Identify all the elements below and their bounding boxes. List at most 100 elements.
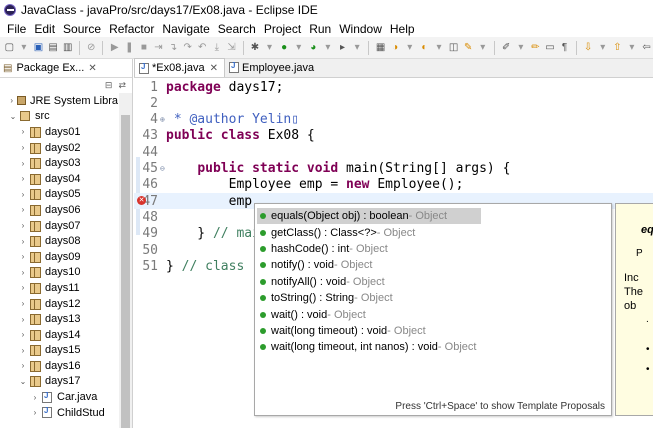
chevron-right-icon[interactable]: › [18,221,28,230]
terminate-icon[interactable]: ■ [138,41,151,55]
menu-window[interactable]: Window [335,22,386,36]
chevron-down-icon[interactable]: ⌄ [18,377,28,386]
menu-edit[interactable]: Edit [30,22,59,36]
proposal-item[interactable]: wait(long timeout, int nanos) : void - O… [257,339,481,355]
chevron-right-icon[interactable]: › [18,361,28,370]
chevron-right-icon[interactable]: › [18,346,28,355]
chevron-right-icon[interactable]: › [18,174,28,183]
next-annotation-icon[interactable]: ⇩ [582,41,595,55]
use-step-filters-icon[interactable]: ⇲ [225,41,238,55]
coverage-dropdown-icon[interactable]: ▾ [322,41,335,55]
toggle-mark-occurrences-icon[interactable]: ✐ [500,41,513,55]
code-line[interactable]: 45 ⊖ public static void main(String[] arg… [134,161,653,177]
debug-dropdown-icon[interactable]: ▾ [263,41,276,55]
code-line[interactable]: 4 ⊕ * @author Yelin▯ [134,112,653,128]
chevron-right-icon[interactable]: › [18,268,28,277]
external-tools-icon[interactable]: ▸ [336,41,349,55]
tree-item[interactable]: › days13 [0,311,118,327]
proposal-item[interactable]: wait() : void - Object [257,306,481,322]
open-type-icon[interactable]: ◫ [447,41,460,55]
chevron-right-icon[interactable]: › [18,143,28,152]
menu-project[interactable]: Project [260,22,305,36]
tree-item[interactable]: › days03 [0,155,118,171]
tree-item[interactable]: › days02 [0,140,118,156]
search-icon[interactable]: ✎ [462,41,475,55]
new-java-project-icon[interactable]: ▦ [374,41,387,55]
next-annotation-dropdown-icon[interactable]: ▾ [596,41,609,55]
tree-item[interactable]: › days11 [0,280,118,296]
collapse-all-icon[interactable]: ⊟ [105,80,113,91]
proposal-item[interactable]: wait(long timeout) : void - Object [257,323,481,339]
external-tools-dropdown-icon[interactable]: ▾ [351,41,364,55]
new-icon[interactable]: ▢ [3,41,16,55]
tree-item[interactable]: › JRE System Libra [0,93,118,109]
tree-item[interactable]: › days10 [0,265,118,281]
step-over-icon[interactable]: ↷ [181,41,194,55]
chevron-right-icon[interactable]: › [18,299,28,308]
proposal-item[interactable]: getClass() : Class<?> - Object [257,224,481,240]
code-line[interactable]: 1 package days17; [134,79,653,95]
chevron-right-icon[interactable]: › [18,159,28,168]
show-whitespace-icon[interactable]: ¶ [558,41,571,55]
tree-item[interactable]: › ChildStud [0,405,118,421]
chevron-right-icon[interactable]: › [18,252,28,261]
chevron-right-icon[interactable]: › [18,315,28,324]
tree-item[interactable]: › days16 [0,358,118,374]
proposal-item[interactable]: equals(Object obj) : boolean - Object [257,208,481,225]
toggle-mark-dropdown-icon[interactable]: ▾ [515,41,528,55]
tree-item[interactable]: ⌄ src [0,109,118,125]
run-icon[interactable]: ● [278,41,291,55]
chevron-right-icon[interactable]: › [30,408,40,417]
tree-item[interactable]: › days14 [0,327,118,343]
code-line[interactable]: 43 public class Ex08 { [134,128,653,144]
tree-item[interactable]: › days07 [0,218,118,234]
toggle-word-wrap-icon[interactable]: ✏ [529,41,542,55]
search-dropdown-icon[interactable]: ▾ [476,41,489,55]
tree-scrollbar-thumb[interactable] [121,115,130,428]
tree-item[interactable]: › days08 [0,233,118,249]
proposal-item[interactable]: toString() : String - Object [257,290,481,306]
run-dropdown-icon[interactable]: ▾ [292,41,305,55]
print-icon[interactable]: ▥ [61,41,74,55]
drop-to-frame-icon[interactable]: ⤓ [211,41,224,55]
chevron-right-icon[interactable]: › [18,330,28,339]
chevron-right-icon[interactable]: › [8,96,15,105]
tree-item[interactable]: › days06 [0,202,118,218]
tree-item[interactable]: › days01 [0,124,118,140]
proposal-item[interactable]: notifyAll() : void - Object [257,274,481,290]
tree-item[interactable]: ⌄ days17 [0,374,118,390]
step-into-icon[interactable]: ↴ [167,41,180,55]
suspend-icon[interactable]: ❚ [123,41,136,55]
tree-item[interactable]: › days12 [0,296,118,312]
step-return-icon[interactable]: ↶ [196,41,209,55]
tree-item[interactable]: › Car.java [0,389,118,405]
chevron-right-icon[interactable]: › [30,393,40,402]
tab-ex08[interactable]: *Ex08.java ✕ [134,58,225,77]
new-package-dropdown-icon[interactable]: ▾ [403,41,416,55]
close-icon[interactable]: ✕ [88,63,96,74]
resume-icon[interactable]: ▶ [108,41,121,55]
menu-run[interactable]: Run [305,22,335,36]
tree-item[interactable]: › days09 [0,249,118,265]
previous-annotation-dropdown-icon[interactable]: ▾ [626,41,639,55]
menu-search[interactable]: Search [214,22,260,36]
proposal-item[interactable]: hashCode() : int - Object [257,241,481,257]
coverage-icon[interactable]: ◕ [307,41,320,55]
code-line[interactable]: 46 Employee emp = new Employee(); [134,177,653,193]
save-icon[interactable]: ▣ [32,41,45,55]
new-package-icon[interactable]: ◑ [389,41,402,55]
debug-config-icon[interactable]: ✱ [249,41,262,55]
skip-breakpoints-icon[interactable]: ⊘ [85,41,98,55]
chevron-right-icon[interactable]: › [18,190,28,199]
tree-scrollbar[interactable] [119,93,132,428]
new-class-dropdown-icon[interactable]: ▾ [433,41,446,55]
chevron-right-icon[interactable]: › [18,283,28,292]
chevron-right-icon[interactable]: › [18,237,28,246]
menu-file[interactable]: File [3,22,30,36]
code-line[interactable]: 44 [134,144,653,160]
tree-item[interactable]: › days05 [0,187,118,203]
chevron-right-icon[interactable]: › [18,205,28,214]
previous-annotation-icon[interactable]: ⇧ [611,41,624,55]
tree-item[interactable]: › days15 [0,343,118,359]
menu-source[interactable]: Source [59,22,105,36]
